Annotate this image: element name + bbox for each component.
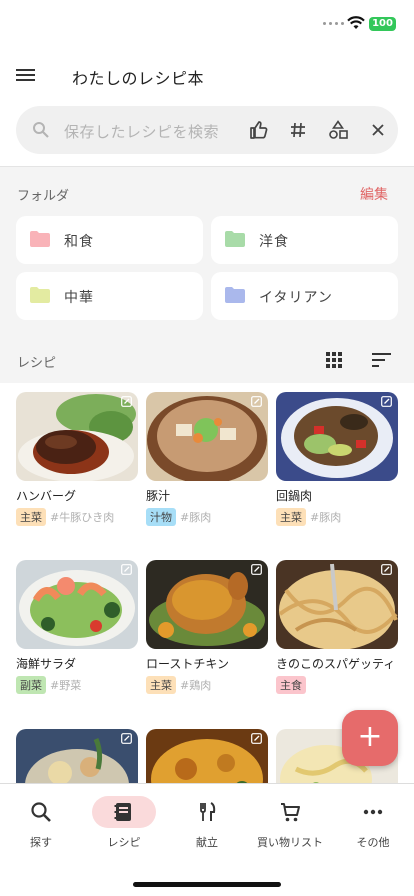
thumbs-up-icon[interactable] — [247, 118, 271, 142]
grid-view-icon[interactable] — [326, 352, 342, 368]
recipe-name: きのこのスパゲッティ — [276, 657, 396, 671]
category-badge: 主菜 — [276, 508, 306, 526]
folder-italian[interactable]: イタリアン — [211, 272, 398, 320]
sweet-sour-pork-photo — [146, 729, 268, 783]
ingredient-tag: #豚肉 — [310, 511, 342, 524]
hashtag-icon[interactable] — [286, 118, 310, 142]
add-recipe-button[interactable]: + — [342, 710, 398, 766]
recipe-card[interactable]: 海鮮サラダ 副菜 #野菜 — [16, 560, 138, 694]
edit-icon[interactable] — [251, 396, 262, 407]
menu-icon[interactable] — [16, 66, 40, 86]
search-icon — [31, 802, 51, 822]
page-title: わたしのレシピ本 — [72, 69, 205, 88]
ingredient-tag: #牛豚ひき肉 — [50, 511, 115, 524]
edit-icon[interactable] — [381, 564, 392, 575]
search-bar[interactable]: 保存したレシピを検索 — [16, 106, 398, 154]
category-badge: 汁物 — [146, 508, 176, 526]
recipe-card[interactable] — [146, 729, 268, 783]
recipe-card[interactable]: ローストチキン 主菜 #鶏肉 — [146, 560, 268, 694]
edit-icon[interactable] — [251, 564, 262, 575]
category-badge: 主菜 — [146, 676, 176, 694]
edit-icon[interactable] — [251, 733, 262, 744]
folder-label: イタリアン — [259, 290, 333, 306]
recipe-name: 回鍋肉 — [276, 489, 313, 503]
folder-label: 洋食 — [259, 234, 289, 250]
tonjiru-photo — [146, 392, 268, 481]
mushroom-spaghetti-photo — [276, 560, 398, 649]
search-icon — [33, 122, 49, 138]
category-badge: 副菜 — [16, 676, 46, 694]
ingredient-tag: #野菜 — [50, 679, 82, 692]
recipe-card[interactable]: きのこのスパゲッティ 主食 — [276, 560, 398, 694]
edit-icon[interactable] — [121, 733, 132, 744]
wifi-icon — [347, 16, 365, 29]
nav-label: レシピ — [107, 836, 141, 849]
folder-section-title: フォルダ — [17, 189, 70, 204]
folder-chuka[interactable]: 中華 — [16, 272, 203, 320]
edit-icon[interactable] — [121, 396, 132, 407]
recipe-card[interactable]: 豚汁 汁物 #豚肉 — [146, 392, 268, 526]
home-indicator — [133, 882, 281, 887]
bottom-nav: 探す レシピ 献立 買い物リスト その他 — [0, 783, 414, 896]
app-bar: わたしのレシピ本 — [0, 48, 414, 104]
cart-icon — [281, 803, 300, 822]
nav-item-search[interactable]: 探す — [0, 796, 82, 860]
nav-label: その他 — [356, 836, 390, 849]
recipe-name: 海鮮サラダ — [16, 657, 77, 671]
nav-item-more[interactable]: その他 — [332, 796, 414, 860]
nav-item-recipe[interactable]: レシピ — [83, 796, 165, 860]
recipe-name: ローストチキン — [146, 657, 230, 671]
hamburg-steak-photo — [16, 392, 138, 481]
folder-icon — [30, 231, 50, 247]
folder-label: 和食 — [64, 234, 94, 250]
signal-icon — [323, 22, 344, 25]
category-badge: 主菜 — [16, 508, 46, 526]
folder-icon — [30, 287, 50, 303]
category-badge: 主食 — [276, 676, 306, 694]
folder-washoku[interactable]: 和食 — [16, 216, 203, 264]
nav-label: 献立 — [196, 836, 218, 849]
recipe-name: 豚汁 — [146, 489, 171, 503]
roast-chicken-photo — [146, 560, 268, 649]
ingredient-tag: #豚肉 — [180, 511, 212, 524]
status-bar: 100 — [0, 0, 414, 48]
folder-icon — [225, 231, 245, 247]
recipe-card[interactable]: 回鍋肉 主菜 #豚肉 — [276, 392, 398, 526]
recipe-book-icon — [114, 803, 131, 821]
edit-icon[interactable] — [121, 564, 132, 575]
folder-yoshoku[interactable]: 洋食 — [211, 216, 398, 264]
folder-label: 中華 — [64, 290, 94, 306]
recipe-card[interactable] — [16, 729, 138, 783]
recipe-section-title: レシピ — [17, 356, 57, 371]
more-icon — [363, 809, 383, 815]
edit-icon[interactable] — [381, 396, 392, 407]
recipe-card[interactable]: ハンバーグ 主菜 #牛豚ひき肉 — [16, 392, 138, 526]
close-icon[interactable] — [366, 118, 390, 142]
sort-icon[interactable] — [372, 352, 392, 368]
nimono-photo — [16, 729, 138, 783]
seafood-salad-photo — [16, 560, 138, 649]
nav-item-menu-plan[interactable]: 献立 — [166, 796, 248, 860]
folder-edit-button[interactable]: 編集 — [360, 184, 388, 204]
category-shapes-icon[interactable] — [326, 118, 350, 142]
battery-indicator: 100 — [369, 17, 396, 31]
recipe-name: ハンバーグ — [16, 489, 77, 503]
nav-item-shopping-list[interactable]: 買い物リスト — [249, 796, 331, 860]
fork-knife-icon — [200, 802, 216, 821]
folder-icon — [225, 287, 245, 303]
nav-label: 買い物リスト — [257, 836, 323, 849]
search-input[interactable]: 保存したレシピを検索 — [64, 121, 219, 142]
nav-label: 探す — [30, 836, 52, 849]
ingredient-tag: #鶏肉 — [180, 679, 212, 692]
hoikoro-photo — [276, 392, 398, 481]
